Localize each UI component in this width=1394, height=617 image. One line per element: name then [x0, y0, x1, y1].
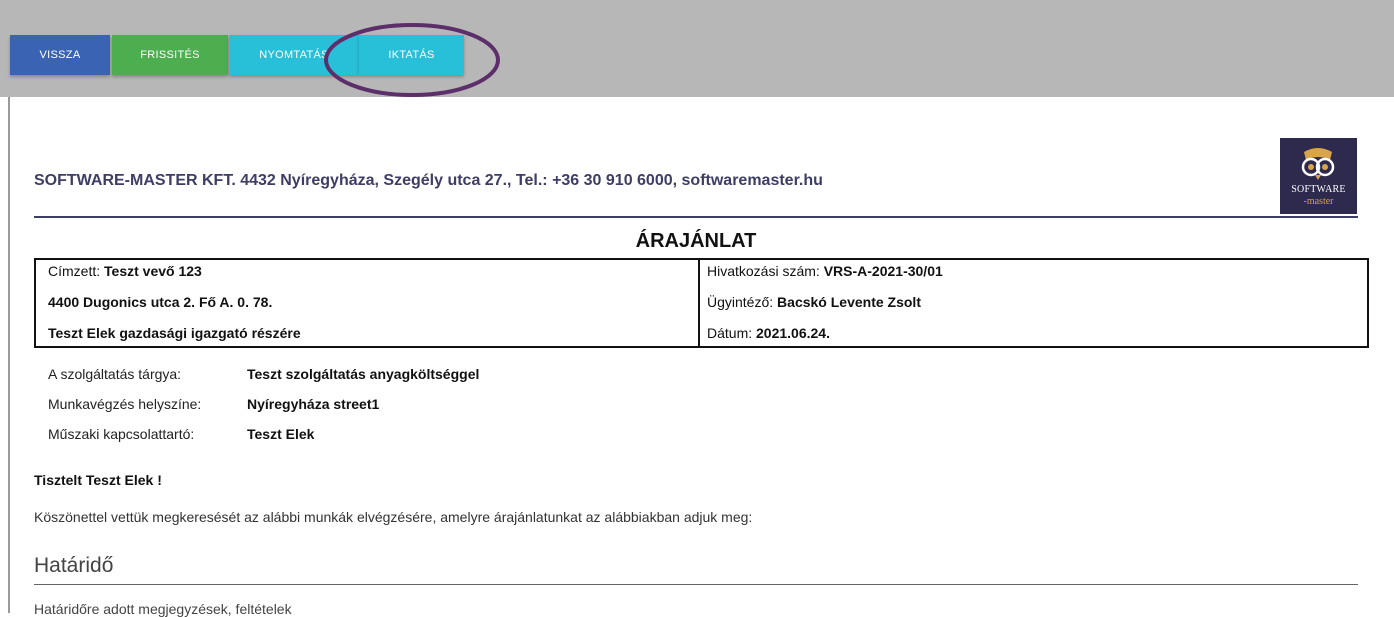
technical-contact-value: Teszt Elek [247, 426, 315, 442]
register-button[interactable]: IKTATÁS [359, 35, 464, 75]
date-value: 2021.06.24. [756, 325, 830, 341]
work-location-value: Nyíregyháza street1 [247, 396, 380, 412]
section-note: Határidőre adott megjegyzések, feltétele… [34, 601, 292, 617]
logo-text-bottom: -master [1303, 196, 1334, 207]
section-title: Határidő [34, 554, 114, 577]
service-subject-label: A szolgáltatás tárgya: [48, 366, 182, 382]
toolbar: VISSZA FRISSITÉS NYOMTATÁS IKTATÁS [0, 0, 1394, 97]
work-location-label: Munkavégzés helyszíne: [48, 396, 202, 412]
agent-label: Ügyintéző: [707, 294, 774, 310]
date-line: Dátum: 2021.06.24. [707, 325, 830, 341]
date-label: Dátum: [707, 325, 753, 341]
technical-contact-label: Műszaki kapcsolattartó: [48, 426, 195, 442]
recipient-name: Teszt vevő 123 [104, 263, 202, 279]
header-divider [34, 216, 1358, 218]
agent-line: Ügyintéző: Bacskó Levente Zsolt [707, 294, 921, 310]
refresh-button[interactable]: FRISSITÉS [112, 35, 228, 75]
owl-icon [1301, 148, 1335, 180]
print-button[interactable]: NYOMTATÁS [229, 35, 359, 75]
recipient-address-value: 4400 Dugonics utca 2. Fő A. 0. 78. [48, 294, 273, 310]
reference-value: VRS-A-2021-30/01 [823, 263, 943, 279]
intro-text: Köszönettel vettük megkeresését az alább… [34, 509, 753, 525]
page-border [8, 97, 10, 613]
service-subject-value: Teszt szolgáltatás anyagköltséggel [247, 366, 480, 382]
back-button[interactable]: VISSZA [10, 35, 110, 75]
recipient-attention-value: Teszt Elek gazdasági igazgató részére [48, 325, 301, 341]
recipient-attention: Teszt Elek gazdasági igazgató részére [48, 325, 301, 341]
company-logo: SOFTWARE -master [1280, 138, 1357, 214]
reference-number: Hivatkozási szám: VRS-A-2021-30/01 [707, 263, 943, 279]
agent-value: Bacskó Levente Zsolt [777, 294, 921, 310]
logo-text-top: SOFTWARE [1291, 184, 1346, 195]
info-box-divider [698, 258, 700, 348]
company-info: SOFTWARE-MASTER KFT. 4432 Nyíregyháza, S… [34, 172, 823, 189]
reference-label: Hivatkozási szám: [707, 263, 820, 279]
section-divider [34, 584, 1358, 585]
document-title: ÁRAJÁNLAT [635, 230, 757, 252]
greeting: Tisztelt Teszt Elek ! [34, 472, 162, 488]
recipient-address: 4400 Dugonics utca 2. Fő A. 0. 78. [48, 294, 272, 310]
recipient-label: Címzett: [48, 263, 101, 279]
recipient-line: Címzett: Teszt vevő 123 [48, 263, 202, 279]
